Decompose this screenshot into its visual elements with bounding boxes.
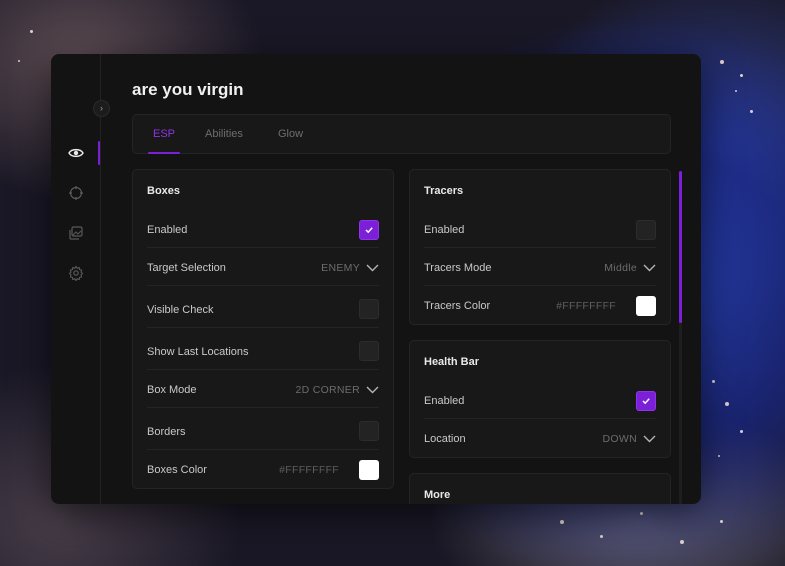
boxes-color-swatch[interactable] [359, 460, 379, 480]
tab-glow[interactable]: Glow [278, 128, 303, 140]
boxes-color-hex: #FFFFFFFF [279, 464, 339, 476]
borders-row: Borders [147, 408, 379, 450]
boxes-panel-title: Boxes [147, 185, 181, 197]
tab-bar: ESP Abilities Glow [132, 114, 671, 154]
health-bar-enabled-row: Enabled [424, 381, 656, 419]
more-panel-title: More [424, 489, 451, 501]
sidebar-collapse-button[interactable]: › [93, 100, 110, 117]
sidebar [51, 54, 101, 504]
health-bar-location-value: DOWN [602, 433, 637, 445]
tracers-color-hex: #FFFFFFFF [556, 300, 616, 312]
scrollbar-thumb[interactable] [679, 171, 682, 323]
show-last-locations-checkbox[interactable] [359, 341, 379, 361]
tracers-mode-label: Tracers Mode [424, 262, 492, 274]
check-icon [642, 398, 650, 405]
health-bar-location-dropdown[interactable]: DOWN [603, 432, 656, 446]
boxes-enabled-checkbox[interactable] [359, 220, 379, 240]
visible-check-checkbox[interactable] [359, 299, 379, 319]
tracers-color-label: Tracers Color [424, 300, 491, 312]
borders-label: Borders [147, 426, 186, 438]
show-last-locations-row: Show Last Locations [147, 328, 379, 370]
tracers-color-row: Tracers Color #FFFFFFFF [424, 286, 656, 324]
health-bar-enabled-label: Enabled [424, 395, 465, 407]
crosshair-icon[interactable] [68, 185, 84, 201]
page-title: are you virgin [132, 80, 244, 99]
chevron-down-icon [643, 435, 656, 443]
tab-abilities[interactable]: Abilities [205, 128, 243, 140]
tracers-enabled-row: Enabled [424, 210, 656, 248]
target-selection-row: Target Selection ENEMY [147, 248, 379, 286]
health-bar-panel-title: Health Bar [424, 356, 480, 368]
gear-icon[interactable] [68, 265, 84, 281]
chevron-down-icon [366, 264, 379, 272]
tracers-enabled-checkbox[interactable] [636, 220, 656, 240]
tracers-panel: Tracers Enabled Tracers Mode Middle Trac… [409, 169, 671, 325]
scrollbar[interactable] [679, 171, 682, 504]
app-window: › are you virgin ESP Abilities Glow Boxe… [51, 54, 701, 504]
tracers-color-swatch[interactable] [636, 296, 656, 316]
chevron-right-icon: › [100, 103, 103, 113]
active-nav-indicator [98, 141, 100, 165]
chevron-down-icon [366, 386, 379, 394]
target-selection-label: Target Selection [147, 262, 226, 274]
target-selection-dropdown[interactable]: ENEMY [321, 261, 379, 275]
tracers-mode-dropdown[interactable]: Middle [604, 261, 656, 275]
tracers-mode-row: Tracers Mode Middle [424, 248, 656, 286]
boxes-enabled-row: Enabled [147, 210, 379, 248]
more-panel: More [409, 473, 671, 504]
show-last-locations-label: Show Last Locations [147, 346, 249, 358]
eye-icon[interactable] [68, 145, 84, 161]
boxes-enabled-label: Enabled [147, 224, 188, 236]
boxes-panel: Boxes Enabled Target Selection ENEMY Vis… [132, 169, 394, 489]
target-selection-value: ENEMY [321, 262, 360, 274]
box-mode-label: Box Mode [147, 384, 197, 396]
tracers-mode-value: Middle [604, 262, 637, 274]
health-bar-panel: Health Bar Enabled Location DOWN [409, 340, 671, 458]
borders-checkbox[interactable] [359, 421, 379, 441]
health-bar-location-label: Location [424, 433, 466, 445]
active-tab-underline [148, 152, 180, 154]
check-icon [365, 227, 373, 234]
box-mode-dropdown[interactable]: 2D CORNER [295, 383, 379, 397]
box-mode-value: 2D CORNER [295, 384, 360, 396]
box-mode-row: Box Mode 2D CORNER [147, 370, 379, 408]
tracers-panel-title: Tracers [424, 185, 464, 197]
visible-check-label: Visible Check [147, 304, 214, 316]
chevron-down-icon [643, 264, 656, 272]
visible-check-row: Visible Check [147, 286, 379, 328]
boxes-color-row: Boxes Color #FFFFFFFF [147, 450, 379, 488]
tab-esp[interactable]: ESP [153, 128, 175, 140]
boxes-color-label: Boxes Color [147, 464, 207, 476]
tracers-enabled-label: Enabled [424, 224, 465, 236]
gallery-icon[interactable] [68, 225, 84, 241]
health-bar-location-row: Location DOWN [424, 419, 656, 457]
health-bar-enabled-checkbox[interactable] [636, 391, 656, 411]
